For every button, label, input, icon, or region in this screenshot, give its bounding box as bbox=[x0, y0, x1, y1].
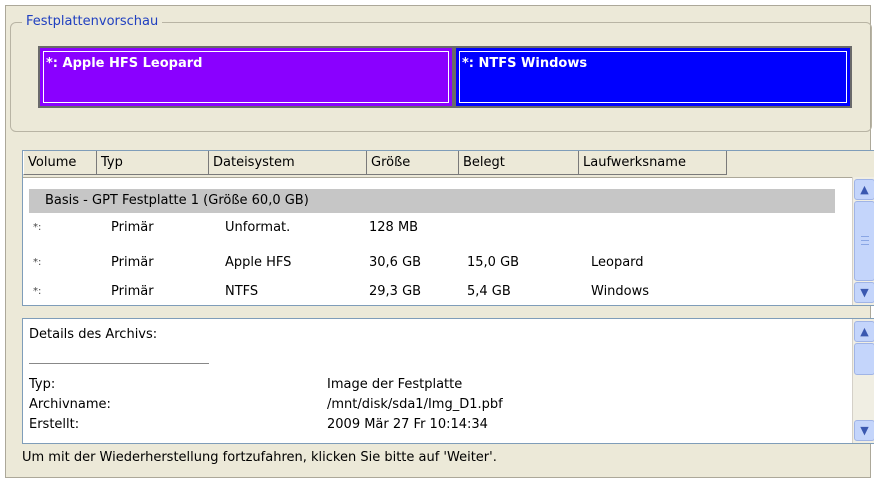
detail-value-typ: Image der Festplatte bbox=[327, 377, 463, 392]
table-row[interactable]: *: Primär NTFS 29,3 GB 5,4 GB Windows bbox=[23, 281, 849, 303]
cell-size: 30,6 GB bbox=[369, 255, 422, 270]
scroll-thumb[interactable] bbox=[854, 343, 874, 375]
cell-volume: *: bbox=[33, 286, 42, 297]
details-divider bbox=[29, 363, 209, 364]
cell-typ: Primär bbox=[111, 255, 154, 270]
cell-used: 5,4 GB bbox=[467, 284, 511, 299]
table-scrollbar[interactable]: ▲ ▼ bbox=[852, 177, 874, 305]
scroll-up-icon[interactable]: ▲ bbox=[854, 179, 874, 200]
column-header-groesse[interactable]: Größe bbox=[367, 151, 459, 175]
table-body: Basis - GPT Festplatte 1 (Größe 60,0 GB)… bbox=[23, 177, 849, 305]
column-header-typ[interactable]: Typ bbox=[97, 151, 209, 175]
volume-table: Volume Typ Dateisystem Größe Belegt Lauf… bbox=[22, 150, 874, 306]
cell-size: 29,3 GB bbox=[369, 284, 422, 299]
archive-details: Details des Archivs: Typ: Image der Fest… bbox=[22, 318, 874, 444]
partition-ntfs[interactable]: *: NTFS Windows bbox=[454, 46, 852, 108]
column-header-belegt[interactable]: Belegt bbox=[459, 151, 579, 175]
instruction-text: Um mit der Wiederherstellung fortzufahre… bbox=[22, 450, 497, 465]
cell-name: Windows bbox=[591, 284, 650, 299]
cell-volume: *: bbox=[33, 257, 42, 268]
column-header-laufwerksname[interactable]: Laufwerksname bbox=[579, 151, 727, 175]
detail-key-typ: Typ: bbox=[29, 377, 56, 392]
scroll-up-icon[interactable]: ▲ bbox=[854, 321, 874, 342]
grip-line bbox=[861, 236, 869, 237]
cell-used: 15,0 GB bbox=[467, 255, 520, 270]
disk-group-row[interactable]: Basis - GPT Festplatte 1 (Größe 60,0 GB) bbox=[29, 189, 835, 213]
cell-typ: Primär bbox=[111, 284, 154, 299]
detail-value-erstellt: 2009 Mär 27 Fr 10:14:34 bbox=[327, 417, 488, 432]
cell-fs: Unformat. bbox=[225, 220, 291, 235]
grip-line bbox=[861, 240, 869, 241]
partition-label: *: Apple HFS Leopard bbox=[46, 56, 203, 71]
partition-apple-hfs[interactable]: *: Apple HFS Leopard bbox=[38, 46, 454, 108]
cell-size: 128 MB bbox=[369, 220, 419, 235]
grip-line bbox=[861, 244, 869, 245]
detail-key-erstellt: Erstellt: bbox=[29, 417, 80, 432]
table-header: Volume Typ Dateisystem Größe Belegt Lauf… bbox=[23, 151, 874, 178]
disk-preview-title: Festplattenvorschau bbox=[22, 14, 163, 29]
cell-fs: NTFS bbox=[225, 284, 259, 299]
cell-fs: Apple HFS bbox=[225, 255, 292, 270]
table-row[interactable]: *: Primär Unformat. 128 MB bbox=[23, 217, 849, 239]
detail-key-archivname: Archivname: bbox=[29, 397, 111, 412]
cell-volume: *: bbox=[33, 222, 42, 233]
detail-value-archivname: /mnt/disk/sda1/Img_D1.pbf bbox=[327, 397, 503, 412]
column-header-dateisystem[interactable]: Dateisystem bbox=[209, 151, 367, 175]
cell-typ: Primär bbox=[111, 220, 154, 235]
cell-name: Leopard bbox=[591, 255, 644, 270]
partition-label: *: NTFS Windows bbox=[462, 56, 588, 71]
details-heading: Details des Archivs: bbox=[29, 327, 158, 342]
scroll-thumb[interactable] bbox=[854, 201, 874, 281]
scroll-down-icon[interactable]: ▼ bbox=[854, 282, 874, 303]
column-header-volume[interactable]: Volume bbox=[23, 151, 97, 175]
table-row[interactable]: *: Primär Apple HFS 30,6 GB 15,0 GB Leop… bbox=[23, 252, 849, 274]
scroll-down-icon[interactable]: ▼ bbox=[854, 420, 874, 441]
details-scrollbar[interactable]: ▲ ▼ bbox=[852, 319, 874, 443]
